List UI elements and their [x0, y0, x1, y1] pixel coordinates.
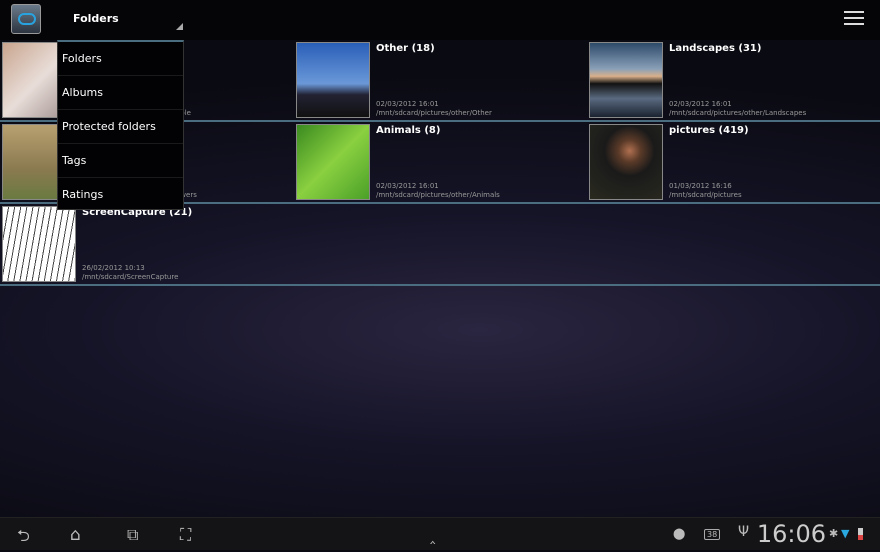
folder-item[interactable]: ScreenCapture (21) 26/02/2012 10:13 /mnt…: [0, 206, 290, 282]
clock: 16:06: [756, 520, 826, 548]
dropdown-item-albums[interactable]: Albums: [58, 76, 183, 110]
folder-thumbnail: [589, 42, 663, 118]
overflow-menu-icon[interactable]: [844, 11, 864, 29]
folder-title: pictures (419): [669, 125, 749, 136]
action-bar: Folders: [0, 0, 880, 40]
folder-item[interactable]: pictures (419) 01/03/2012 16:16 /mnt/sdc…: [587, 124, 877, 200]
dropdown-triangle-icon: [176, 23, 183, 30]
folder-date: 01/03/2012 16:16: [669, 182, 732, 190]
notification-count: 38: [704, 529, 721, 540]
folder-date: 02/03/2012 16:01: [376, 100, 439, 108]
folder-date: 26/02/2012 10:13: [82, 264, 145, 272]
folder-date: 02/03/2012 16:01: [376, 182, 439, 190]
folder-item[interactable]: Animals (8) 02/03/2012 16:01 /mnt/sdcard…: [294, 124, 584, 200]
folder-title: Animals (8): [376, 125, 441, 136]
spinner-label: Folders: [73, 12, 119, 25]
folder-path: /mnt/sdcard/ScreenCapture: [82, 273, 179, 281]
folder-path: /mnt/sdcard/pictures/other/Animals: [376, 191, 500, 199]
chevron-up-icon[interactable]: ‸: [430, 525, 435, 544]
folder-item[interactable]: Landscapes (31) 02/03/2012 16:01 /mnt/sd…: [587, 42, 877, 118]
view-mode-spinner[interactable]: Folders: [56, 0, 186, 40]
folder-thumbnail: [296, 124, 370, 200]
folder-title: Other (18): [376, 43, 435, 54]
bluetooth-icon: ✱: [829, 527, 839, 540]
android-debug-icon: ⬤: [673, 527, 686, 540]
folder-date: 02/03/2012 16:01: [669, 100, 732, 108]
folder-title: Landscapes (31): [669, 43, 762, 54]
home-icon[interactable]: ⌂: [70, 525, 81, 545]
wifi-icon: ▼: [841, 527, 850, 540]
folder-thumbnail: [2, 206, 76, 282]
recent-apps-icon[interactable]: ⧉: [127, 525, 138, 545]
app-logo-icon[interactable]: [11, 4, 41, 34]
dropdown-item-ratings[interactable]: Ratings: [58, 178, 183, 212]
back-icon[interactable]: ⮌: [17, 525, 30, 552]
dropdown-item-folders[interactable]: Folders: [58, 42, 183, 76]
folder-path: /mnt/sdcard/pictures/other/Other: [376, 109, 492, 117]
folder-path: /mnt/sdcard/pictures/other/Landscapes: [669, 109, 807, 117]
view-mode-dropdown: Folders Albums Protected folders Tags Ra…: [57, 40, 184, 210]
folder-thumbnail: [296, 42, 370, 118]
grid-row: ScreenCapture (21) 26/02/2012 10:13 /mnt…: [0, 204, 880, 286]
screenshot-icon[interactable]: ⛶: [180, 525, 191, 545]
folder-item[interactable]: Other (18) 02/03/2012 16:01 /mnt/sdcard/…: [294, 42, 584, 118]
folder-thumbnail: [589, 124, 663, 200]
dropdown-item-tags[interactable]: Tags: [58, 144, 183, 178]
dropdown-item-protected-folders[interactable]: Protected folders: [58, 110, 183, 144]
folder-path: /mnt/sdcard/pictures: [669, 191, 742, 199]
system-bar: ⮌ ⌂ ⧉ ⛶ ‸ ⬤ 38 Ψ 16:06 ✱ ▼: [0, 517, 880, 550]
battery-icon: [858, 528, 863, 540]
usb-icon: Ψ: [738, 524, 750, 540]
